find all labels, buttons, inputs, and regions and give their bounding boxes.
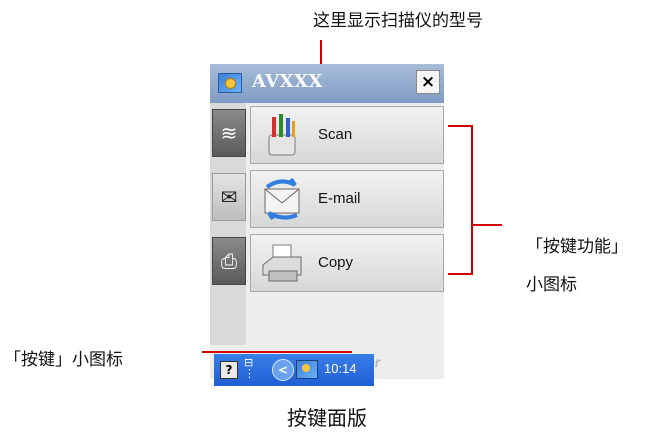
scan-pages-icon: ≋ (212, 109, 246, 157)
chevron-left-icon[interactable]: < (272, 359, 294, 381)
function-bracket-vertical (471, 125, 473, 275)
copy-label: Copy (318, 254, 354, 271)
side-icon-column: ≋ ✉ ⎙ (210, 103, 246, 345)
function-icons-annotation-line2: 小图标 (526, 275, 577, 295)
button-icon-annotation-line (202, 351, 352, 353)
model-annotation: 这里显示扫描仪的型号 (313, 11, 483, 31)
network-icon[interactable]: ⊟ ⋮ (244, 357, 255, 379)
paintbrush-cup-icon (268, 114, 296, 156)
close-button[interactable]: × (416, 70, 440, 94)
app-icon (218, 73, 242, 93)
button-icon-annotation: 「按键」小图标 (4, 350, 123, 370)
taskbar: ? ⊟ ⋮ < 10:14 (214, 354, 374, 386)
help-icon[interactable]: ? (220, 361, 238, 379)
panel-caption: 按键面版 (287, 406, 367, 430)
printer-icon (262, 244, 302, 282)
copy-button[interactable]: Copy (250, 234, 444, 292)
email-label: E-mail (318, 190, 361, 207)
function-icons-annotation-line1: 「按键功能」 (526, 237, 628, 257)
title-bar: AVXXX × (210, 64, 444, 103)
tray-app-icon[interactable] (296, 360, 318, 379)
envelope-icon: ✉ (212, 173, 246, 221)
function-bracket-top (448, 125, 472, 127)
clock: 10:14 (324, 361, 357, 376)
email-arrows-icon (264, 177, 300, 221)
scan-label: Scan (318, 126, 353, 143)
function-bracket-bottom (448, 273, 472, 275)
panel-body: ≋ ✉ ⎙ Scan E-mail Copy (210, 103, 444, 345)
window-title: AVXXX (252, 71, 324, 92)
copy-printer-icon: ⎙ (212, 237, 246, 285)
function-bracket-pointer (472, 224, 502, 226)
email-button[interactable]: E-mail (250, 170, 444, 228)
scan-button[interactable]: Scan (250, 106, 444, 164)
button-panel: AVXXX × ≋ ✉ ⎙ Scan E-mail Copy (210, 64, 444, 392)
